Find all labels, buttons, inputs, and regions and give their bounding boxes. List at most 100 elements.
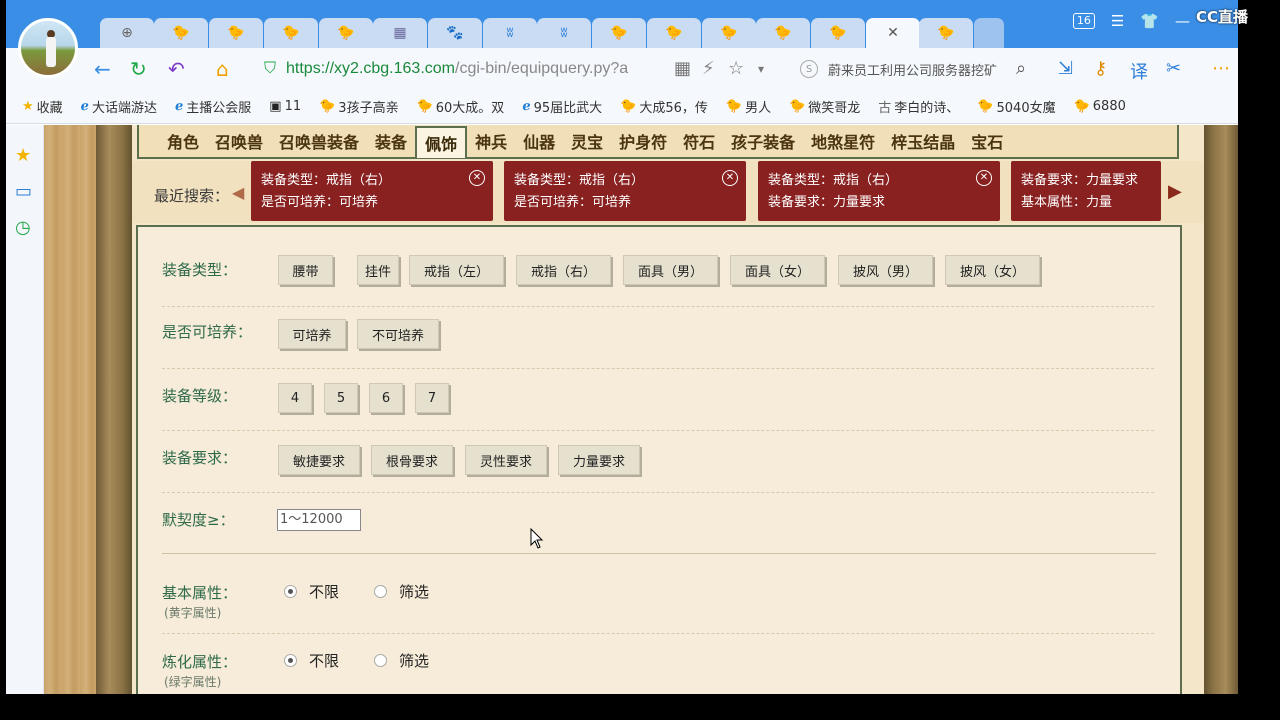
recent-search-chip[interactable]: 装备类型：戒指（右） 装备要求：力量要求 ✕ bbox=[758, 161, 1000, 221]
category-tab[interactable]: 角色 bbox=[159, 126, 207, 156]
recent-next-arrow-icon[interactable]: ▶ bbox=[1168, 181, 1182, 202]
shirt-icon[interactable]: 👕 bbox=[1140, 12, 1159, 30]
bookmark-item[interactable]: 🐤 大成56，传 bbox=[620, 97, 708, 116]
bookmark-item[interactable]: 🐤 6880 bbox=[1074, 99, 1126, 114]
browser-tab[interactable]: ✕ bbox=[866, 18, 920, 48]
category-tab[interactable]: 地煞星符 bbox=[803, 126, 883, 156]
filter-option-button[interactable]: 腰带 bbox=[278, 255, 333, 285]
new-tab-button[interactable] bbox=[974, 18, 1004, 48]
browser-tab[interactable]: 🐤 bbox=[154, 18, 208, 48]
history-clock-icon[interactable]: ◷ bbox=[15, 217, 31, 238]
filter-option-button[interactable]: 灵性要求 bbox=[465, 445, 547, 475]
browser-tab[interactable]: 🐤 bbox=[264, 18, 318, 48]
bookmark-item[interactable]: 🐤 60大成。双 bbox=[417, 97, 505, 116]
bookmark-item[interactable]: ★ 收藏 bbox=[22, 97, 63, 116]
filter-option-button[interactable]: 戒指（右） bbox=[516, 255, 611, 285]
filter-option-button[interactable]: 披风（女） bbox=[945, 255, 1040, 285]
dropdown-icon[interactable]: ▾ bbox=[758, 62, 764, 76]
recent-search-chip[interactable]: 装备类型：戒指（右） 是否可培养：可培养 ✕ bbox=[251, 161, 493, 221]
filter-option-button[interactable]: 7 bbox=[415, 383, 449, 413]
browser-tab[interactable]: 🐤 bbox=[647, 18, 701, 48]
browser-tab[interactable]: ʬ bbox=[537, 18, 591, 48]
filter-option-button[interactable]: 敏捷要求 bbox=[278, 445, 360, 475]
browser-tab[interactable]: 🐾 bbox=[428, 18, 482, 48]
browser-tab[interactable]: 🐤 bbox=[702, 18, 756, 48]
filter-option-button[interactable]: 5 bbox=[324, 383, 358, 413]
bookmark-item[interactable]: ℯ 大话端游达 bbox=[81, 97, 157, 116]
home-icon[interactable]: ⌂ bbox=[216, 58, 229, 80]
tab-count-badge[interactable]: 16 bbox=[1072, 13, 1095, 29]
category-tab[interactable]: 梓玉结晶 bbox=[883, 126, 963, 156]
browser-tab[interactable]: ▦ bbox=[373, 18, 427, 48]
recent-search-chip[interactable]: 装备要求：力量要求 基本属性：力量 bbox=[1011, 161, 1161, 221]
category-tab[interactable]: 孩子装备 bbox=[723, 126, 803, 156]
filter-option-button[interactable]: 可培养 bbox=[278, 319, 346, 349]
browser-tab[interactable]: 🐤 bbox=[209, 18, 263, 48]
translate-icon[interactable]: 译 bbox=[1130, 58, 1148, 84]
browser-tab[interactable]: 🐤 bbox=[319, 18, 373, 48]
key-icon[interactable]: ⚷ bbox=[1094, 58, 1107, 79]
browser-tab[interactable]: 🐤 bbox=[919, 18, 973, 48]
scissors-icon[interactable]: ✂ bbox=[1166, 58, 1181, 79]
bookmark-item[interactable]: 🐤 微笑哥龙 bbox=[789, 97, 860, 116]
more-icon[interactable]: ⋯ bbox=[1212, 58, 1230, 79]
filter-option-button[interactable]: 面具（男） bbox=[623, 255, 718, 285]
filter-option-button[interactable]: 戒指（左） bbox=[409, 255, 504, 285]
menu-icon[interactable]: ☰ bbox=[1111, 12, 1124, 30]
bookmark-item[interactable]: 🐤 男人 bbox=[726, 97, 771, 116]
filter-option-button[interactable]: 挂件 bbox=[357, 255, 399, 285]
bookmark-item[interactable]: ▣ 11 bbox=[269, 99, 301, 114]
chip-close-icon[interactable]: ✕ bbox=[469, 170, 485, 186]
filter-option-button[interactable]: 6 bbox=[369, 383, 403, 413]
bookmark-item[interactable]: 🐤 5040女魔 bbox=[977, 97, 1055, 116]
bookmark-item[interactable]: 古李白的诗、 bbox=[878, 97, 959, 116]
category-tab[interactable]: 护身符 bbox=[611, 126, 675, 156]
chip-close-icon[interactable]: ✕ bbox=[722, 170, 738, 186]
extension-icon[interactable]: ⇲ bbox=[1058, 58, 1073, 79]
tablet-icon[interactable]: ▭ bbox=[15, 181, 32, 202]
user-avatar[interactable] bbox=[18, 18, 78, 78]
filter-option-button[interactable]: 力量要求 bbox=[558, 445, 640, 475]
chip-close-icon[interactable]: ✕ bbox=[976, 170, 992, 186]
radio-dot[interactable] bbox=[374, 585, 387, 598]
back-icon[interactable]: ← bbox=[94, 58, 111, 80]
category-tab[interactable]: 召唤兽 bbox=[207, 126, 271, 156]
browser-tab[interactable]: 🐤 bbox=[756, 18, 810, 48]
bookmark-item[interactable]: 🐤 3孩子高亲 bbox=[319, 97, 398, 116]
category-tab[interactable]: 灵宝 bbox=[563, 126, 611, 156]
radio-dot[interactable] bbox=[284, 654, 297, 667]
filter-option-button[interactable]: 面具（女） bbox=[730, 255, 825, 285]
category-tab[interactable]: 召唤兽装备 bbox=[271, 126, 367, 156]
refresh-icon[interactable]: ↻ bbox=[130, 58, 147, 80]
close-icon[interactable]: ✕ bbox=[884, 24, 902, 42]
lightning-icon[interactable]: ⚡ bbox=[702, 58, 715, 79]
radio-refine-unlimited[interactable]: 不限 bbox=[284, 650, 339, 671]
category-tab[interactable]: 宝石 bbox=[963, 126, 1011, 156]
undo-icon[interactable]: ↶ bbox=[168, 58, 185, 80]
radio-dot[interactable] bbox=[284, 585, 297, 598]
favorites-star-icon[interactable]: ★ bbox=[15, 145, 31, 166]
recent-prev-arrow-icon[interactable]: ◀ bbox=[232, 183, 244, 202]
filter-option-button[interactable]: 根骨要求 bbox=[371, 445, 453, 475]
minimize-icon[interactable]: — bbox=[1175, 12, 1190, 30]
bond-min-input[interactable]: 1～12000 bbox=[277, 509, 361, 531]
qr-code-icon[interactable]: ▦ bbox=[674, 58, 691, 79]
search-icon[interactable]: ⌕ bbox=[1016, 58, 1026, 79]
browser-tab[interactable]: 🐤 bbox=[592, 18, 646, 48]
filter-option-button[interactable]: 4 bbox=[278, 383, 312, 413]
radio-refine-filter[interactable]: 筛选 bbox=[374, 650, 429, 671]
radio-basic-filter[interactable]: 筛选 bbox=[374, 581, 429, 602]
bookmark-item[interactable]: ℯ 95届比武大 bbox=[522, 97, 602, 116]
filter-option-button[interactable]: 披风（男） bbox=[838, 255, 933, 285]
category-tab[interactable]: 神兵 bbox=[467, 126, 515, 156]
recent-search-chip[interactable]: 装备类型：戒指（右） 是否可培养：可培养 ✕ bbox=[504, 161, 746, 221]
bookmark-item[interactable]: ℯ 主播公会服 bbox=[175, 97, 251, 116]
radio-dot[interactable] bbox=[374, 654, 387, 667]
category-tab[interactable]: 仙器 bbox=[515, 126, 563, 156]
category-tab[interactable]: 装备 bbox=[367, 126, 415, 156]
filter-option-button[interactable]: 不可培养 bbox=[357, 319, 439, 349]
radio-basic-unlimited[interactable]: 不限 bbox=[284, 581, 339, 602]
bookmark-star-icon[interactable]: ☆ bbox=[728, 58, 744, 79]
browser-tab[interactable]: ⊕ bbox=[100, 18, 154, 48]
category-tab[interactable]: 佩饰 bbox=[415, 126, 468, 158]
